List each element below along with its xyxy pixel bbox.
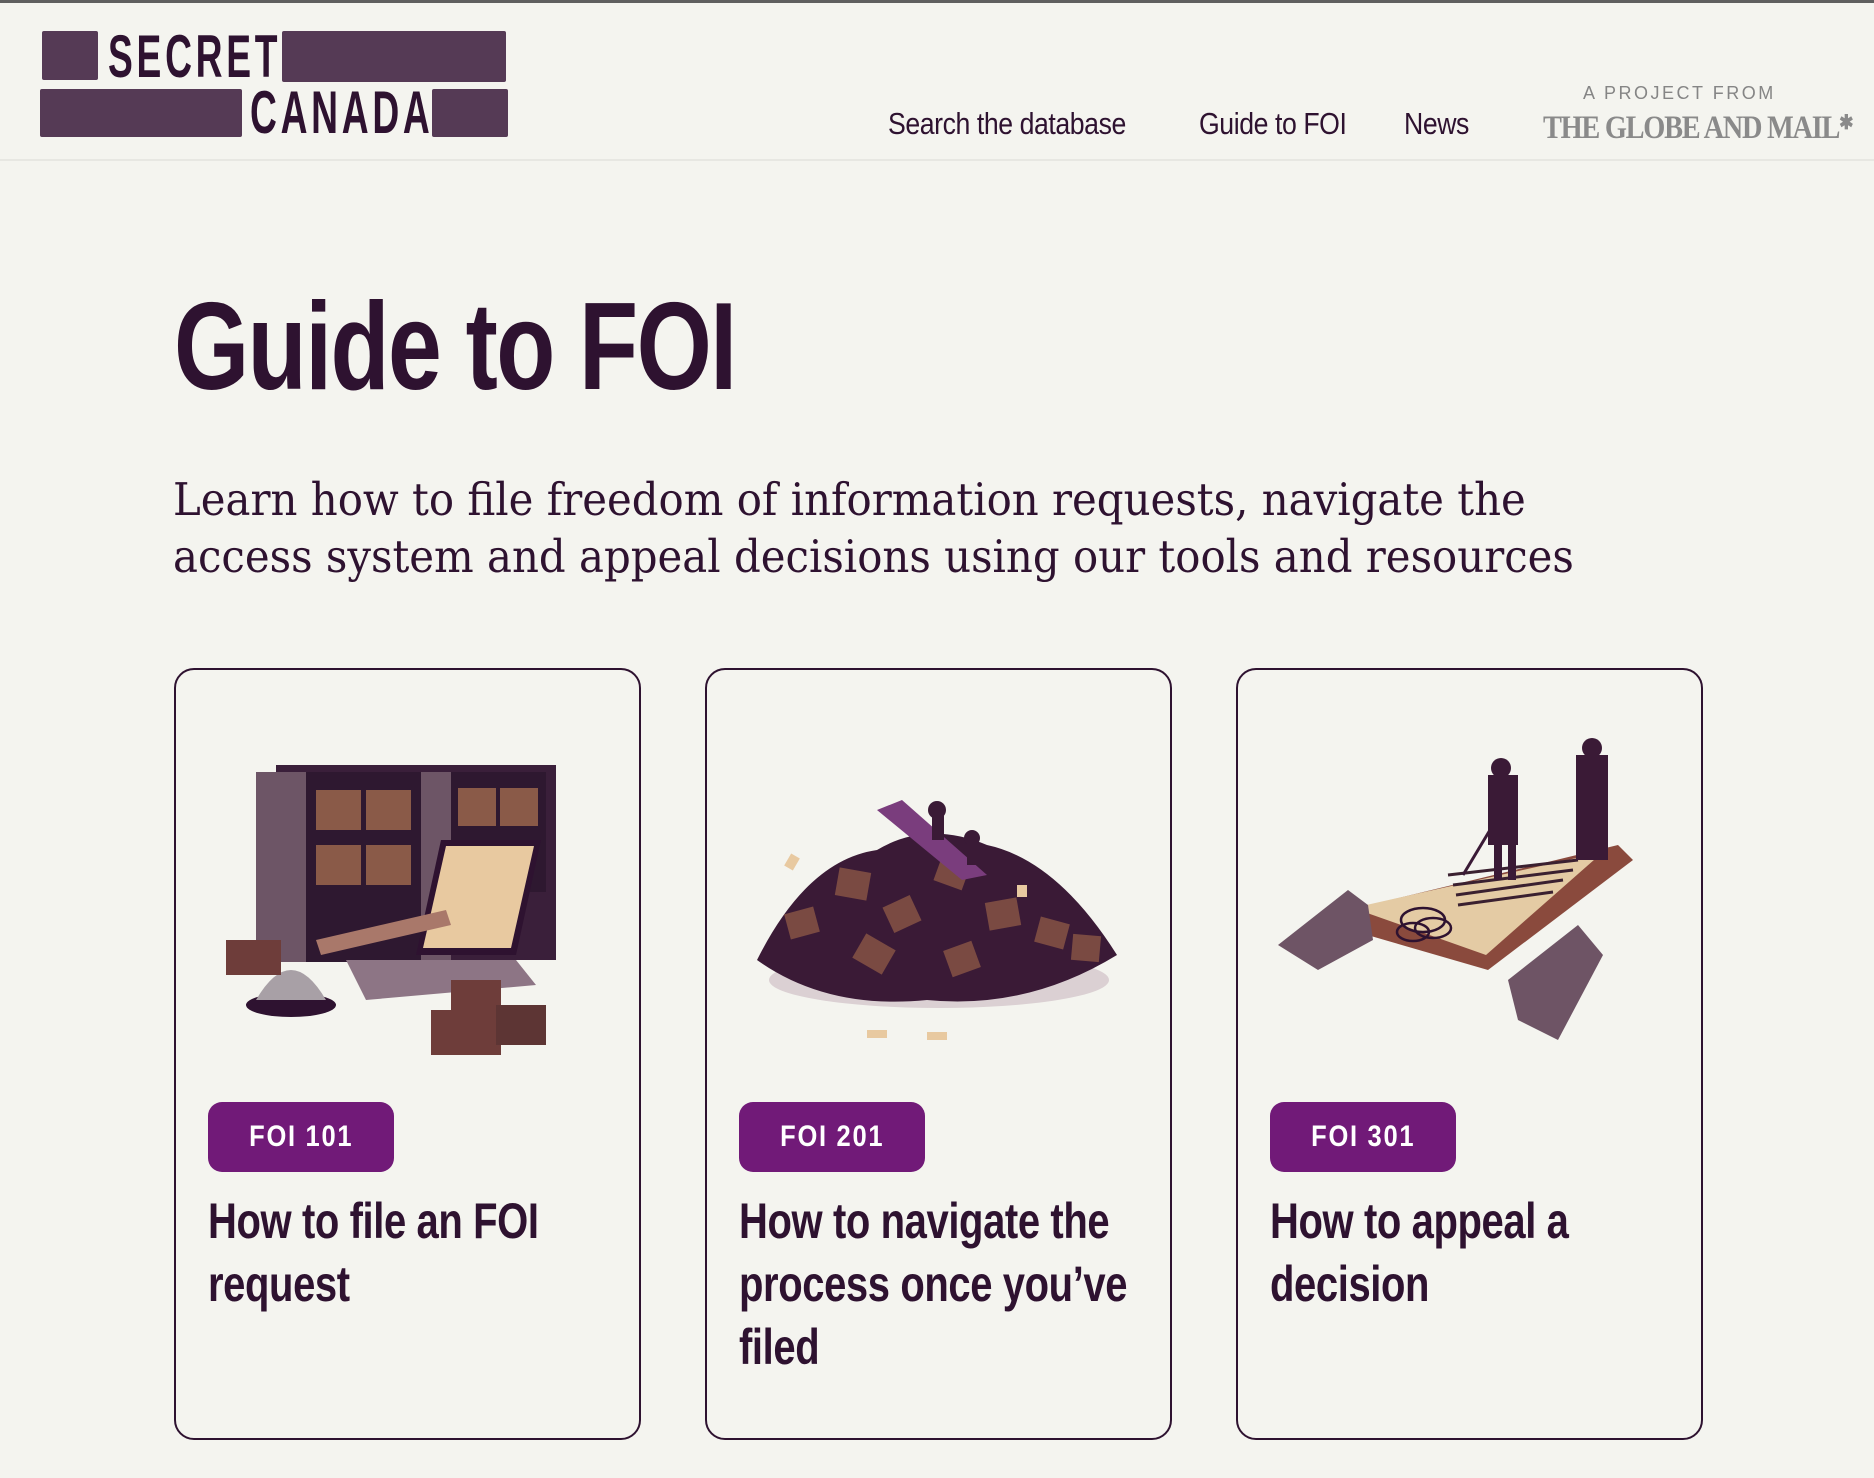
badge-label: FOI 101: [249, 1120, 354, 1153]
nav-label: Search the database: [888, 106, 1126, 141]
nav-news[interactable]: News: [1404, 106, 1480, 142]
nav-guide-to-foi[interactable]: Guide to FOI: [1199, 106, 1370, 142]
secret-canada-logo[interactable]: SECRET CANADA: [40, 23, 510, 146]
boat-on-box-pile-illustration: [757, 800, 1117, 1040]
brand-text: THE GLOBE AND MAIL: [1543, 110, 1840, 146]
logo-redaction-bar: [40, 89, 242, 137]
logo-redaction-bar: [42, 31, 98, 80]
nav-search-database[interactable]: Search the database: [888, 106, 1165, 142]
globe-and-mail-link[interactable]: A PROJECT FROM THE GLOBE AND MAIL✱: [1543, 83, 1854, 147]
guide-card-foi-101[interactable]: FOI 101 How to file an FOI request: [174, 668, 641, 1440]
card-heading: How to appeal a decision: [1270, 1193, 1569, 1312]
badge-label: FOI 301: [1311, 1120, 1416, 1153]
main-nav: Search the database Guide to FOI News: [888, 106, 1480, 142]
filing-cabinet-laptop-illustration: [226, 765, 556, 1055]
course-badge: FOI 301: [1270, 1102, 1457, 1172]
logo-redaction-bar: [432, 89, 508, 137]
nav-label: Guide to FOI: [1198, 106, 1347, 141]
guide-card-foi-301[interactable]: FOI 301 How to appeal a decision: [1236, 668, 1703, 1440]
intro-line: access system and appeal decisions using…: [173, 530, 1574, 583]
project-eyebrow: A PROJECT FROM: [1583, 83, 1776, 103]
card-heading: How to navigate the process once you’ve …: [739, 1193, 1128, 1375]
card-heading: How to file an FOI request: [208, 1193, 539, 1312]
logo-word-canada: CANADA: [250, 79, 434, 146]
logo-word-secret: SECRET: [108, 23, 282, 90]
course-badge: FOI 201: [739, 1102, 926, 1172]
nav-label: News: [1404, 106, 1470, 141]
page-title: Guide to FOI: [174, 278, 737, 416]
hands-holding-document-illustration: [1278, 738, 1633, 1040]
site-header: SECRET CANADA Search the database Guide …: [0, 3, 1874, 161]
badge-label: FOI 201: [780, 1120, 885, 1153]
course-badge: FOI 101: [208, 1102, 395, 1172]
maple-leaf-icon: ✱: [1839, 112, 1853, 134]
guide-cards: FOI 101 How to file an FOI request FOI 2…: [174, 668, 1703, 1440]
intro-line: Learn how to file freedom of information…: [173, 473, 1526, 526]
page-intro: Learn how to file freedom of information…: [173, 471, 1624, 585]
globe-and-mail-wordmark: THE GLOBE AND MAIL✱: [1543, 110, 1854, 147]
guide-card-foi-201[interactable]: FOI 201 How to navigate the process once…: [705, 668, 1172, 1440]
logo-redaction-bar: [282, 31, 506, 82]
